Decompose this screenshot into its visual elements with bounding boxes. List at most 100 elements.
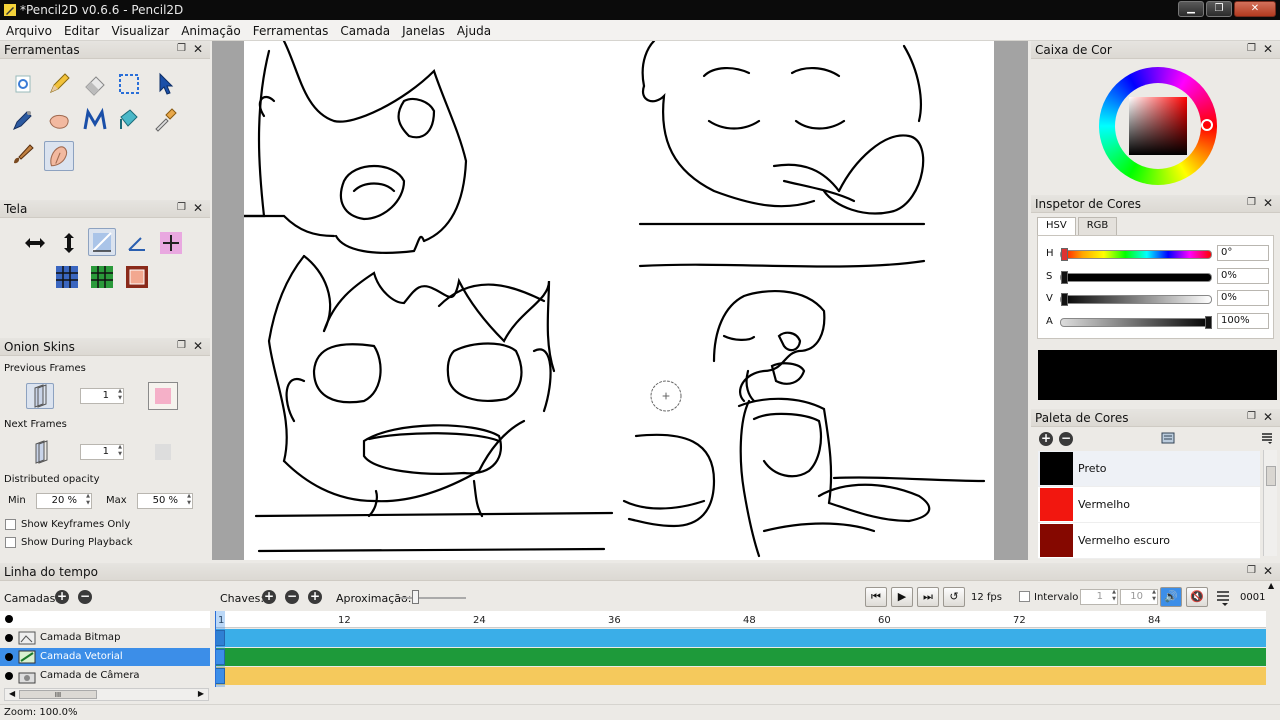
layer-row-camera[interactable]: Camada de Câmera xyxy=(0,667,210,685)
polyline-icon[interactable] xyxy=(82,107,108,133)
play-button[interactable]: ▶ xyxy=(891,587,913,607)
close-icon[interactable]: ✕ xyxy=(1263,196,1273,210)
min-opacity-spinbox[interactable]: 20 % xyxy=(36,493,92,509)
mute-button[interactable]: 🔇 xyxy=(1186,587,1208,607)
palette-scroll-thumb[interactable] xyxy=(1266,466,1276,486)
alpha-value[interactable]: 100% xyxy=(1217,313,1269,329)
jump-start-button[interactable]: ⏮ xyxy=(865,587,887,607)
playhead[interactable] xyxy=(215,611,225,687)
palette-item[interactable]: Preto xyxy=(1038,451,1260,487)
flip-vertical-icon[interactable] xyxy=(56,230,82,256)
layer-scrollbar[interactable]: ◀ III ▶ xyxy=(4,688,209,701)
layer-track-vector[interactable] xyxy=(215,648,1266,666)
menu-animacao[interactable]: Animação xyxy=(175,20,246,41)
menu-camada[interactable]: Camada xyxy=(334,20,396,41)
maximize-button[interactable]: ❐ xyxy=(1206,1,1232,17)
interval-checkbox[interactable] xyxy=(1019,591,1030,602)
float-icon[interactable]: ❐ xyxy=(177,340,186,351)
pen-icon[interactable] xyxy=(10,107,36,133)
scroll-up-icon[interactable]: ▲ xyxy=(1268,581,1274,590)
select-icon[interactable] xyxy=(116,71,142,97)
bucket-icon[interactable] xyxy=(116,107,142,133)
value-slider[interactable] xyxy=(1060,295,1212,304)
minimize-button[interactable]: ▁ xyxy=(1178,1,1204,17)
duplicate-key-icon[interactable]: + xyxy=(308,590,322,604)
next-color-toggle[interactable] xyxy=(155,444,171,460)
layer-track-camera[interactable] xyxy=(215,667,1266,685)
layer-track-bitmap[interactable] xyxy=(215,629,1266,647)
visibility-dot-icon[interactable] xyxy=(5,634,13,642)
frame-ruler[interactable]: 1 12 24 36 48 60 72 84 xyxy=(215,611,1266,628)
previous-color-toggle[interactable] xyxy=(148,382,178,410)
reset-rotation-icon[interactable] xyxy=(124,230,150,256)
timeline-menu-icon[interactable] xyxy=(1216,589,1232,607)
rotate-button[interactable] xyxy=(88,228,116,256)
zoom-slider-handle[interactable] xyxy=(412,590,419,604)
float-icon[interactable]: ❐ xyxy=(1247,411,1256,422)
scroll-left-icon[interactable]: ◀ xyxy=(9,689,15,698)
palette-menu-icon[interactable] xyxy=(1261,432,1273,444)
center-guide-icon[interactable] xyxy=(158,230,184,256)
show-playback-checkbox[interactable] xyxy=(5,537,16,548)
palette-item[interactable]: Vermelho xyxy=(1038,487,1260,523)
add-color-icon[interactable]: + xyxy=(1039,432,1053,446)
close-icon[interactable]: ✕ xyxy=(193,42,203,56)
float-icon[interactable]: ❐ xyxy=(177,43,186,54)
previous-frames-spinbox[interactable]: 1 xyxy=(80,388,124,404)
add-key-icon[interactable]: + xyxy=(262,590,276,604)
timeline-vertical-scrollbar[interactable]: ▲ xyxy=(1268,578,1278,704)
hue-handle[interactable] xyxy=(1201,119,1213,131)
grid-a-icon[interactable] xyxy=(54,264,80,290)
color-wheel[interactable] xyxy=(1099,67,1217,185)
add-layer-icon[interactable]: + xyxy=(55,590,69,604)
close-icon[interactable]: ✕ xyxy=(1263,564,1273,578)
menu-visualizar[interactable]: Visualizar xyxy=(105,20,175,41)
value-value[interactable]: 0% xyxy=(1217,290,1269,306)
sound-on-button[interactable]: 🔊 xyxy=(1160,587,1182,607)
smudge-tool-selected[interactable] xyxy=(44,141,74,171)
close-button[interactable]: ✕ xyxy=(1234,1,1276,17)
float-icon[interactable]: ❐ xyxy=(177,202,186,213)
fps-label[interactable]: 12 fps xyxy=(971,592,1002,603)
palette-scrollbar[interactable] xyxy=(1263,450,1277,556)
overlay-frame-icon[interactable] xyxy=(124,264,150,290)
menu-arquivo[interactable]: Arquivo xyxy=(0,20,58,41)
tab-rgb[interactable]: RGB xyxy=(1077,217,1118,235)
menu-janelas[interactable]: Janelas xyxy=(396,20,451,41)
float-icon[interactable]: ❐ xyxy=(1247,197,1256,208)
visibility-dot-icon[interactable] xyxy=(5,653,13,661)
hand-icon[interactable] xyxy=(46,107,72,133)
menu-ferramentas[interactable]: Ferramentas xyxy=(247,20,335,41)
menu-editar[interactable]: Editar xyxy=(58,20,106,41)
value-slider-handle[interactable] xyxy=(1061,293,1068,306)
layer-row-bitmap[interactable]: Camada Bitmap xyxy=(0,629,210,647)
next-frames-spinbox[interactable]: 1 xyxy=(80,444,124,460)
clear-icon[interactable] xyxy=(10,71,36,97)
max-opacity-spinbox[interactable]: 50 % xyxy=(137,493,193,509)
remove-layer-icon[interactable]: − xyxy=(78,590,92,604)
drawing-canvas[interactable] xyxy=(244,41,994,560)
hue-slider-handle[interactable] xyxy=(1061,248,1068,261)
move-icon[interactable] xyxy=(152,71,178,97)
onion-next-icon[interactable] xyxy=(28,439,54,465)
flip-horizontal-icon[interactable] xyxy=(22,230,48,256)
show-keyframes-checkbox[interactable] xyxy=(5,519,16,530)
eraser-icon[interactable] xyxy=(82,71,108,97)
jump-end-button[interactable]: ⏭ xyxy=(917,587,939,607)
range-start-spinbox[interactable]: 1 xyxy=(1080,589,1118,605)
visibility-dot-icon[interactable] xyxy=(5,672,13,680)
close-icon[interactable]: ✕ xyxy=(193,201,203,215)
saturation-slider-handle[interactable] xyxy=(1061,271,1068,284)
brush-icon[interactable] xyxy=(10,141,36,167)
alpha-slider[interactable] xyxy=(1060,318,1212,327)
menu-ajuda[interactable]: Ajuda xyxy=(451,20,497,41)
layer-row-vector[interactable]: Camada Vetorial xyxy=(0,648,210,666)
tab-hsv[interactable]: HSV xyxy=(1037,217,1076,235)
float-icon[interactable]: ❐ xyxy=(1247,565,1256,576)
saturation-value[interactable]: 0% xyxy=(1217,268,1269,284)
remove-key-icon[interactable]: − xyxy=(285,590,299,604)
zoom-slider[interactable] xyxy=(400,597,466,599)
float-icon[interactable]: ❐ xyxy=(1247,43,1256,54)
saturation-slider[interactable] xyxy=(1060,273,1212,282)
remove-color-icon[interactable]: − xyxy=(1059,432,1073,446)
